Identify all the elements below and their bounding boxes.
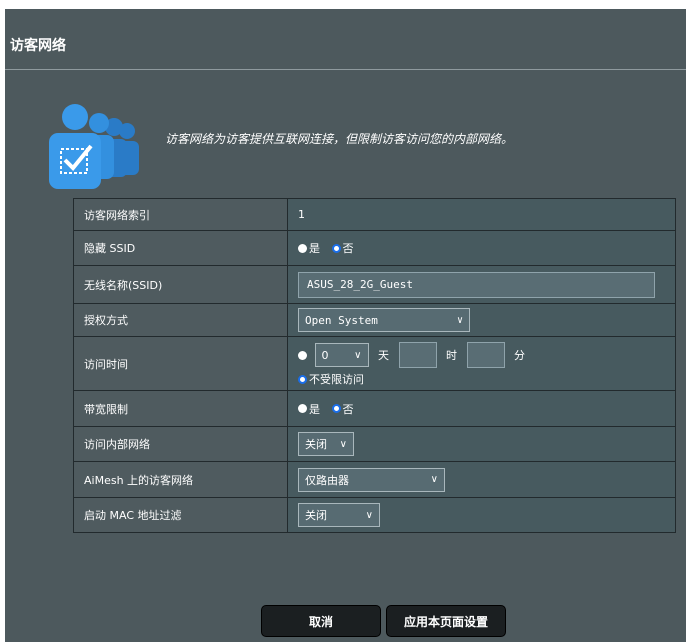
chevron-down-icon: ∨ bbox=[430, 474, 438, 485]
label-aimesh: AiMesh 上的访客网络 bbox=[73, 461, 288, 498]
guest-users-icon bbox=[49, 104, 139, 189]
hours-input[interactable] bbox=[398, 342, 437, 368]
value-access-time: 0 ∨ 天 时 分 不受限访问 bbox=[287, 336, 676, 391]
apply-button[interactable]: 应用本页面设置 bbox=[386, 605, 506, 637]
bandwidth-yes-label: 是 bbox=[309, 402, 320, 416]
label-hide-ssid: 隐藏 SSID bbox=[73, 230, 288, 266]
hide-ssid-yes-radio[interactable]: 是 bbox=[298, 240, 320, 256]
label-auth: 授权方式 bbox=[73, 303, 288, 337]
access-unlimited-label: 不受限访问 bbox=[309, 373, 364, 386]
value-index: 1 bbox=[287, 198, 676, 231]
title-divider bbox=[5, 69, 686, 70]
radio-checked-icon bbox=[331, 243, 341, 253]
label-intranet: 访问内部网络 bbox=[73, 426, 288, 462]
row-access-time: 访问时间 0 ∨ 天 时 分 不受限访问 bbox=[73, 336, 676, 391]
row-index: 访客网络索引 1 bbox=[73, 198, 676, 231]
hide-ssid-no-radio[interactable]: 否 bbox=[331, 240, 354, 256]
days-select[interactable]: 0 ∨ bbox=[314, 343, 369, 367]
intranet-value: 关闭 bbox=[305, 438, 327, 451]
index-value: 1 bbox=[298, 208, 305, 221]
row-bandwidth: 带宽限制 是 否 bbox=[73, 390, 676, 427]
bandwidth-no-radio[interactable]: 否 bbox=[331, 401, 354, 417]
auth-method-select[interactable]: Open System ∨ bbox=[298, 308, 470, 332]
days-value: 0 bbox=[321, 348, 329, 362]
ssid-input[interactable]: ASUS_28_2G_Guest bbox=[298, 271, 655, 298]
radio-checked-icon bbox=[298, 374, 307, 384]
row-intranet: 访问内部网络 关闭 ∨ bbox=[73, 426, 676, 462]
intranet-select[interactable]: 关闭 ∨ bbox=[298, 432, 354, 456]
hide-ssid-yes-label: 是 bbox=[309, 242, 320, 255]
row-hide-ssid: 隐藏 SSID 是 否 bbox=[73, 230, 676, 266]
auth-method-value: Open System bbox=[305, 313, 378, 327]
mac-filter-value: 关闭 bbox=[305, 509, 327, 522]
value-mac-filter: 关闭 ∨ bbox=[287, 497, 676, 533]
value-aimesh: 仅路由器 ∨ bbox=[287, 461, 676, 498]
unit-hour-label: 时 bbox=[446, 349, 457, 362]
mac-filter-select[interactable]: 关闭 ∨ bbox=[298, 503, 380, 527]
aimesh-select[interactable]: 仅路由器 ∨ bbox=[298, 467, 445, 492]
page-title: 访客网络 bbox=[10, 38, 66, 54]
access-limited-radio[interactable] bbox=[298, 350, 307, 360]
value-hide-ssid: 是 否 bbox=[287, 230, 676, 266]
minutes-input[interactable] bbox=[466, 342, 505, 368]
chevron-down-icon: ∨ bbox=[354, 349, 362, 361]
hide-ssid-no-label: 否 bbox=[342, 242, 354, 255]
chevron-down-icon: ∨ bbox=[456, 314, 463, 326]
label-access-time: 访问时间 bbox=[73, 336, 288, 391]
aimesh-value: 仅路由器 bbox=[305, 473, 349, 487]
value-intranet: 关闭 ∨ bbox=[287, 426, 676, 462]
intro-description: 访客网络为访客提供互联网连接，但限制访客访问您的内部网络。 bbox=[165, 132, 514, 146]
label-bandwidth: 带宽限制 bbox=[73, 390, 288, 427]
unit-min-label: 分 bbox=[514, 349, 525, 362]
chevron-down-icon: ∨ bbox=[365, 509, 373, 521]
row-aimesh: AiMesh 上的访客网络 仅路由器 ∨ bbox=[73, 461, 676, 498]
bandwidth-yes-radio[interactable]: 是 bbox=[298, 401, 320, 417]
radio-unchecked-icon bbox=[298, 243, 307, 253]
row-mac-filter: 启动 MAC 地址过滤 关闭 ∨ bbox=[73, 497, 676, 533]
cancel-button[interactable]: 取消 bbox=[261, 605, 381, 637]
value-bandwidth: 是 否 bbox=[287, 390, 676, 427]
radio-checked-icon bbox=[331, 404, 341, 413]
value-ssid: ASUS_28_2G_Guest bbox=[287, 265, 676, 304]
label-index: 访客网络索引 bbox=[73, 198, 288, 231]
row-ssid: 无线名称(SSID) ASUS_28_2G_Guest bbox=[73, 265, 676, 304]
label-ssid: 无线名称(SSID) bbox=[73, 265, 288, 304]
label-mac-filter: 启动 MAC 地址过滤 bbox=[73, 497, 288, 533]
chevron-down-icon: ∨ bbox=[339, 438, 347, 450]
unit-day-label: 天 bbox=[378, 349, 389, 362]
guest-settings-table: 访客网络索引 1 隐藏 SSID 是 否 无线名称(SSID) ASUS_28_… bbox=[73, 198, 676, 533]
row-auth: 授权方式 Open System ∨ bbox=[73, 303, 676, 337]
access-unlimited-radio[interactable]: 不受限访问 bbox=[298, 371, 364, 387]
bandwidth-no-label: 否 bbox=[342, 402, 354, 416]
radio-unchecked-icon bbox=[298, 404, 307, 413]
value-auth: Open System ∨ bbox=[287, 303, 676, 337]
